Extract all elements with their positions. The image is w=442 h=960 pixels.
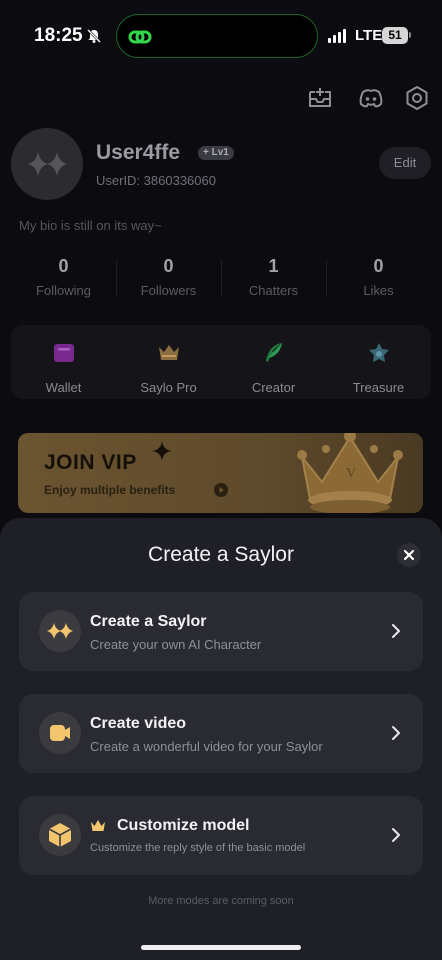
- cube-icon: [48, 823, 72, 847]
- wallet-icon: [53, 344, 74, 362]
- edit-profile-button[interactable]: Edit: [379, 147, 431, 179]
- sparkles-icon: [28, 152, 67, 176]
- discord-icon[interactable]: [357, 84, 385, 112]
- quill-icon: [265, 343, 282, 362]
- option-title: Customize model: [117, 817, 250, 834]
- video-icon: [50, 725, 70, 741]
- stat-following[interactable]: 0 Following: [11, 256, 116, 300]
- stat-chatters[interactable]: 1 Chatters: [221, 256, 326, 300]
- stat-label: Chatters: [248, 283, 299, 298]
- vip-subtitle: Enjoy multiple benefits: [44, 483, 176, 497]
- tool-saylo-pro[interactable]: Saylo Pro: [116, 325, 221, 399]
- stat-value: 0: [163, 256, 174, 276]
- screen: 18:25 LTE 51 User4ffe + Lv1 UserID: 3860…: [0, 0, 442, 960]
- avatar[interactable]: [11, 128, 83, 200]
- tool-wallet[interactable]: Wallet: [11, 325, 116, 399]
- stat-label: Following: [36, 283, 91, 298]
- option-description: Create a wonderful video for your Saylor: [90, 739, 323, 754]
- tools-row: Wallet Saylo Pro Creator Treasure: [11, 325, 431, 399]
- battery-icon: 51: [382, 27, 408, 44]
- stat-likes[interactable]: 0 Likes: [326, 256, 431, 300]
- option-icon: [39, 610, 81, 652]
- crown-icon: [158, 345, 179, 360]
- stat-value: 1: [268, 256, 279, 276]
- settings-icon[interactable]: [403, 84, 431, 112]
- tool-label: Wallet: [45, 380, 82, 395]
- join-vip-banner[interactable]: JOIN VIP Enjoy multiple benefits V: [18, 433, 423, 513]
- chevron-right-icon: [392, 624, 400, 638]
- sparkles-icon: [47, 623, 73, 639]
- option-icon: [39, 712, 81, 754]
- crown-icon: [91, 820, 105, 831]
- bio-text: My bio is still on its way~: [19, 218, 162, 233]
- stat-label: Followers: [140, 283, 197, 298]
- home-indicator[interactable]: [141, 945, 301, 950]
- coming-soon-note: More modes are coming soon: [148, 895, 294, 907]
- svg-text:V: V: [346, 466, 356, 481]
- tool-label: Creator: [251, 380, 296, 395]
- option-description: Create your own AI Character: [90, 637, 262, 652]
- bell-muted-icon: [87, 29, 101, 43]
- treasure-icon: [368, 343, 389, 362]
- tool-label: Saylo Pro: [140, 380, 197, 395]
- sparkle-icon: [152, 441, 172, 461]
- option-title: Create video: [90, 715, 187, 732]
- level-badge: + Lv1: [198, 146, 234, 160]
- option-create-saylor[interactable]: Create a Saylor Create your own AI Chara…: [19, 592, 423, 671]
- stat-value: 0: [373, 256, 384, 276]
- status-time: 18:25: [34, 25, 83, 46]
- link-icon: [128, 30, 152, 44]
- vip-title: JOIN VIP: [44, 451, 137, 474]
- user-id: UserID: 3860336060: [96, 173, 216, 188]
- inbox-icon[interactable]: [306, 84, 334, 112]
- username: User4ffe: [96, 141, 181, 164]
- tool-treasure[interactable]: Treasure: [326, 325, 431, 399]
- option-icon: [39, 814, 81, 856]
- option-title: Create a Saylor: [90, 613, 207, 630]
- tool-label: Treasure: [352, 380, 405, 395]
- battery-tip: [409, 32, 411, 38]
- stat-label: Likes: [363, 283, 394, 298]
- option-description: Customize the reply style of the basic m…: [90, 842, 306, 854]
- option-customize-model[interactable]: Customize model Customize the reply styl…: [19, 796, 423, 875]
- option-create-video[interactable]: Create video Create a wonderful video fo…: [19, 694, 423, 773]
- chevron-right-icon: [392, 726, 400, 740]
- play-icon: [214, 483, 228, 497]
- close-button[interactable]: [397, 543, 421, 567]
- create-bottom-sheet: Create a Saylor Create a Saylor Create y…: [0, 518, 442, 960]
- signal-icon: [328, 29, 346, 43]
- network-label: LTE: [355, 27, 383, 44]
- crown-icon: V: [297, 433, 403, 513]
- close-icon: [403, 549, 415, 561]
- dynamic-island: [116, 14, 318, 58]
- tool-creator[interactable]: Creator: [221, 325, 326, 399]
- stats-row: 0 Following 0 Followers 1 Chatters 0 Lik…: [11, 256, 431, 300]
- chevron-right-icon: [392, 828, 400, 842]
- status-bar: 18:25 LTE 51: [0, 0, 442, 70]
- stat-value: 0: [58, 256, 69, 276]
- sheet-title: Create a Saylor: [148, 543, 294, 566]
- stat-followers[interactable]: 0 Followers: [116, 256, 221, 300]
